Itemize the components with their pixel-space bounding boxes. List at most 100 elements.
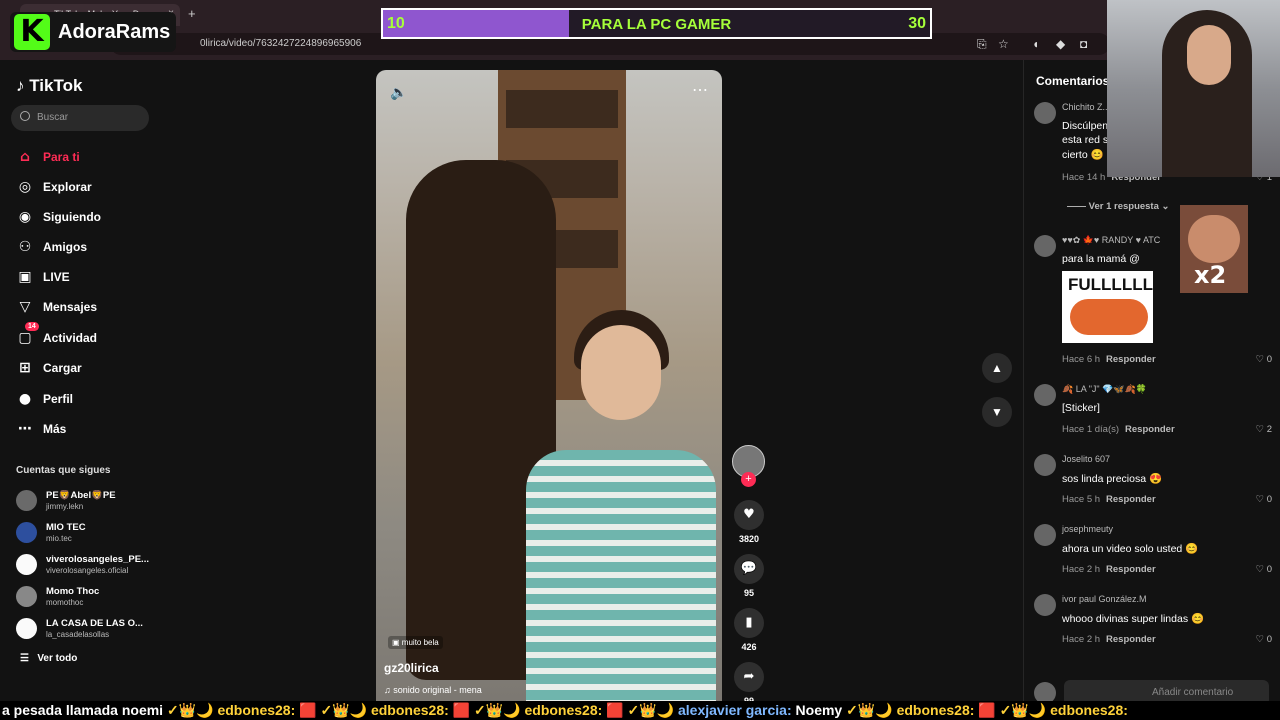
tag-icon: ▣: [392, 638, 400, 647]
comment-user[interactable]: 🍂 LA "J" 💎🦋🍂🍀: [1062, 384, 1147, 395]
sidebar-item-actividad[interactable]: ▢ 14 Actividad: [16, 322, 166, 349]
sidebar-item-cargar[interactable]: ⊞ Cargar: [16, 357, 166, 379]
chevron-up-icon: ▲: [991, 361, 1003, 375]
sidebar-item-para-ti[interactable]: ⌂ Para ti: [16, 146, 166, 168]
account-handle: jimmy.lekn: [46, 502, 84, 511]
sidebar-item-siguiendo[interactable]: ◉ Siguiendo: [16, 206, 166, 228]
comment-meta: Hace 1 día(s) Responder: [1062, 424, 1175, 435]
comment-time: Hace 14 h: [1062, 172, 1106, 183]
comment-button[interactable]: 💬 95: [732, 554, 766, 598]
video-figure: [581, 325, 661, 420]
save-button[interactable]: ▮ 426: [732, 608, 766, 652]
profile-icon: ●: [18, 391, 32, 407]
comment-user[interactable]: josephmeuty: [1062, 524, 1113, 534]
comment-like[interactable]: ♡ 0: [1256, 634, 1272, 645]
see-all-link[interactable]: ☰ Ver todo: [20, 653, 77, 664]
follow-plus-icon[interactable]: +: [741, 472, 756, 487]
share-button[interactable]: ➦ 99: [732, 662, 766, 706]
video-figure: [526, 450, 716, 720]
sound-label: sonido original - mena: [393, 685, 482, 695]
search-input[interactable]: Buscar: [11, 105, 149, 131]
ticker-segment: alexjavier garcia:: [678, 702, 792, 718]
video-author[interactable]: gz20lirica: [384, 661, 439, 675]
video-sound[interactable]: ♫ sonido original - mena: [384, 685, 482, 695]
more-icon: ⋯: [18, 421, 32, 437]
reply-button[interactable]: Responder: [1106, 634, 1156, 645]
new-tab-icon[interactable]: +: [188, 6, 196, 21]
bookmark-icon: ▮: [734, 608, 764, 638]
comment-like[interactable]: ♡ 0: [1256, 354, 1272, 365]
avatar[interactable]: [1034, 524, 1056, 546]
followed-account[interactable]: Momo Thoc momothoc: [16, 584, 171, 610]
comment-like-count: 0: [1266, 564, 1272, 575]
sidebar-item-explorar[interactable]: ◎ Explorar: [16, 176, 166, 198]
sidebar-item-label: Para ti: [43, 150, 80, 164]
comment-user[interactable]: ♥♥✿ 🍁♥ RANDY ♥ ATC: [1062, 235, 1160, 246]
followed-account[interactable]: viverolosangeles_PE... viverolosangeles.o…: [16, 552, 171, 578]
video-tag[interactable]: ▣ muito bela: [388, 636, 443, 649]
avatar[interactable]: [1034, 454, 1056, 476]
sidebar-item-perfil[interactable]: ● Perfil: [16, 388, 166, 410]
share-icon: ➦: [734, 662, 764, 692]
avatar[interactable]: [1034, 384, 1056, 406]
sidebar-item-mensajes[interactable]: ▽ Mensajes: [16, 296, 166, 318]
followed-account[interactable]: PE🦁Abel🦁PE jimmy.lekn: [16, 488, 171, 514]
like-button[interactable]: ♥ 3820: [732, 500, 766, 544]
avatar[interactable]: [1034, 235, 1056, 257]
ticker-segment: a pesada llamada noemi: [2, 702, 164, 718]
sidebar-item-label: Más: [43, 422, 67, 436]
account-handle: viverolosangeles.oficial: [46, 566, 129, 575]
followed-account[interactable]: LA CASA DE LAS O... la_casadelasollas: [16, 616, 171, 642]
comment-sticker: FULLLLLL: [1062, 271, 1153, 343]
followed-account[interactable]: MIO TEC mio.tec: [16, 520, 171, 546]
account-handle: mio.tec: [46, 534, 72, 543]
kick-logo: K: [14, 14, 50, 50]
comment-meta: Hace 5 h Responder: [1062, 494, 1156, 505]
account-name: PE🦁Abel🦁PE: [46, 490, 116, 501]
comment-like[interactable]: ♡ 0: [1256, 494, 1272, 505]
previous-video-button[interactable]: ▲: [982, 353, 1012, 383]
comment-like[interactable]: ♡ 2: [1256, 424, 1272, 435]
sidebar-item-live[interactable]: ▣ LIVE: [16, 266, 166, 288]
more-options-icon[interactable]: ⋯: [692, 80, 708, 100]
avatar: [16, 618, 37, 639]
volume-icon[interactable]: 🔈: [390, 84, 407, 101]
comment-user[interactable]: Chichito Z...: [1062, 102, 1110, 112]
comment-text: cierto 😊: [1062, 149, 1104, 161]
translate-icon[interactable]: ⎘: [977, 37, 987, 52]
activity-icon: ▢: [18, 330, 32, 346]
extension-icon[interactable]: ◘: [1080, 37, 1087, 51]
comment-user[interactable]: ivor paul González.M: [1062, 594, 1147, 604]
sidebar-item-label: Explorar: [43, 180, 92, 194]
comment-like[interactable]: ♡ 0: [1256, 564, 1272, 575]
view-replies-button[interactable]: —— Ver 1 respuesta ⌄: [1067, 201, 1170, 212]
bookmark-star-icon[interactable]: ☆: [998, 37, 1009, 51]
ticker-segment: edbones28:: [896, 702, 975, 718]
extension-icon[interactable]: ◆: [1056, 37, 1065, 51]
next-video-button[interactable]: ▼: [982, 397, 1012, 427]
account-name: viverolosangeles_PE...: [46, 554, 149, 565]
video-player[interactable]: 🔈 ⋯ ▣ muito bela gz20lirica ♫ sonido ori…: [376, 70, 722, 720]
sidebar-item-label: Amigos: [43, 240, 88, 254]
avatar[interactable]: [1034, 102, 1056, 124]
reply-button[interactable]: Responder: [1106, 564, 1156, 575]
tiktok-logo[interactable]: ♪ TikTok: [16, 76, 82, 96]
logo-text: TikTok: [29, 76, 83, 95]
reply-button[interactable]: Responder: [1106, 354, 1156, 365]
comment-time: Hace 2 h: [1062, 564, 1101, 575]
reply-button[interactable]: Responder: [1125, 424, 1175, 435]
extension-icon[interactable]: ◖: [1032, 37, 1039, 51]
sidebar-item-amigos[interactable]: ⚇ Amigos: [16, 236, 166, 258]
sidebar-item-más[interactable]: ⋯ Más: [16, 418, 166, 440]
reply-button[interactable]: Responder: [1106, 494, 1156, 505]
sidebar-item-label: Perfil: [43, 392, 74, 406]
comment-text: [Sticker]: [1062, 402, 1100, 414]
home-icon: ⌂: [19, 149, 31, 165]
sidebar-item-label: Mensajes: [43, 300, 98, 314]
comment-user[interactable]: Joselito 607: [1062, 454, 1110, 464]
goal-title: PARA LA PC GAMER: [581, 16, 732, 33]
ticker-segment: 🟥 ✓👑🌙: [295, 702, 371, 718]
avatar[interactable]: [1034, 594, 1056, 616]
channel-brand: K AdoraRams: [10, 12, 177, 52]
sidebar-item-label: LIVE: [43, 270, 70, 284]
